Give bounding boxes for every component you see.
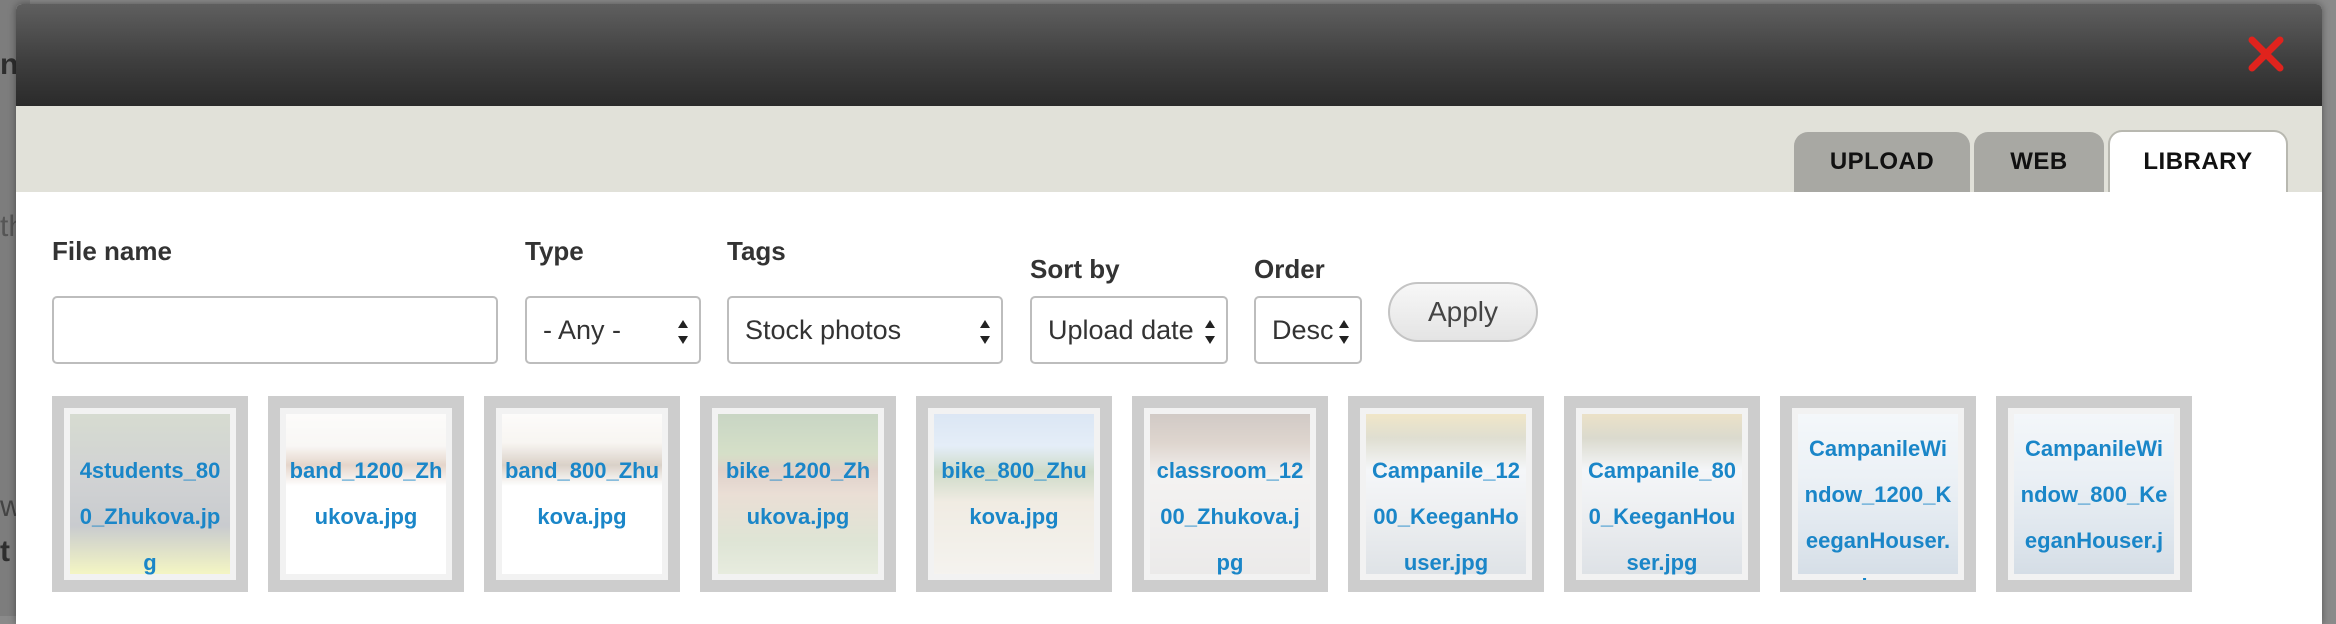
caption-line: g (143, 550, 157, 575)
caption-line: bike_800_Zhu (941, 458, 1087, 483)
file-name-input[interactable] (52, 296, 498, 364)
caption-line: eeganHouser. (1805, 528, 1951, 553)
select-arrows-icon (980, 320, 990, 344)
caption-line: eganHouser.j (2024, 528, 2164, 553)
thumbnail-frame: CampanileWi ndow_800_Ke eganHouser.j pg (2008, 408, 2180, 580)
media-thumbnail[interactable]: 4students_80 0_Zhukova.jp g (52, 396, 248, 592)
tab-bar: UPLOAD WEB LIBRARY (16, 106, 2322, 192)
media-thumbnail[interactable]: CampanileWi ndow_800_Ke eganHouser.j pg (1996, 396, 2192, 592)
media-thumbnail[interactable]: band_1200_Zh ukova.jpg (268, 396, 464, 592)
caption-line: ndow_800_Ke (2020, 482, 2168, 507)
thumbnail-caption: bike_800_Zhu kova.jpg (936, 448, 1092, 540)
thumbnail-caption: Campanile_12 00_KeeganHo user.jpg (1368, 448, 1524, 580)
caption-line: ukova.jpg (746, 504, 850, 529)
media-thumbnail[interactable]: bike_800_Zhu kova.jpg (916, 396, 1112, 592)
media-thumbnail[interactable]: Campanile_12 00_KeeganHo user.jpg (1348, 396, 1544, 592)
caption-line: pg (2016, 564, 2172, 580)
caption-line: ukova.jpg (314, 504, 418, 529)
tab-library[interactable]: LIBRARY (2108, 130, 2288, 192)
thumbnail-frame: Campanile_12 00_KeeganHo user.jpg (1360, 408, 1532, 580)
media-thumbnail[interactable]: bike_1200_Zh ukova.jpg (700, 396, 896, 592)
type-select[interactable]: - Any - (525, 296, 701, 364)
sort-by-select-value: Upload date (1048, 314, 1194, 345)
thumbnail-caption: CampanileWi ndow_800_Ke eganHouser.j pg (2016, 426, 2172, 580)
file-name-label: File name (52, 236, 172, 266)
thumbnail-caption: classroom_12 00_Zhukova.j pg (1152, 448, 1308, 580)
thumbnail-frame: CampanileWi ndow_1200_K eeganHouser. jpg (1792, 408, 1964, 580)
caption-line: band_1200_Zh (289, 458, 443, 483)
tab-web[interactable]: WEB (1974, 132, 2104, 192)
caption-line: band_800_Zhu (504, 458, 660, 483)
thumbnail-caption: band_1200_Zh ukova.jpg (288, 448, 444, 540)
caption-line: user.jpg (1403, 550, 1489, 575)
caption-line: 0_KeeganHou (1588, 504, 1736, 529)
thumbnail-frame: band_1200_Zh ukova.jpg (280, 408, 452, 580)
media-library-dialog: UPLOAD WEB LIBRARY File name Type - Any … (16, 4, 2322, 624)
thumbnail-frame: classroom_12 00_Zhukova.j pg (1144, 408, 1316, 580)
caption-line: jpg (1800, 564, 1956, 580)
caption-line: bike_1200_Zh (725, 458, 871, 483)
caption-line: CampanileWi (2025, 436, 2163, 461)
caption-line: kova.jpg (537, 504, 627, 529)
caption-line: Campanile_12 (1372, 458, 1520, 483)
thumbnail-caption: CampanileWi ndow_1200_K eeganHouser. jpg (1800, 426, 1956, 580)
caption-line: kova.jpg (969, 504, 1059, 529)
order-select[interactable]: Desc (1254, 296, 1362, 364)
caption-line: CampanileWi (1809, 436, 1947, 461)
media-thumbnail[interactable]: Campanile_80 0_KeeganHou ser.jpg (1564, 396, 1760, 592)
caption-line: 0_Zhukova.jp (79, 504, 221, 529)
select-arrows-icon (678, 320, 688, 344)
type-select-value: - Any - (543, 314, 622, 345)
thumbnail-frame: bike_1200_Zh ukova.jpg (712, 408, 884, 580)
apply-button[interactable]: Apply (1388, 282, 1538, 342)
dialog-titlebar (16, 4, 2322, 106)
close-x-icon[interactable] (2244, 32, 2288, 76)
caption-line: 4students_80 (79, 458, 221, 483)
type-label: Type (525, 236, 584, 266)
tab-upload[interactable]: UPLOAD (1794, 132, 1970, 192)
caption-line: Campanile_80 (1588, 458, 1736, 483)
select-arrows-icon (1339, 320, 1349, 344)
caption-line: classroom_12 (1156, 458, 1304, 483)
sort-by-select[interactable]: Upload date (1030, 296, 1228, 364)
tags-select[interactable]: Stock photos (727, 296, 1003, 364)
thumbnail-frame: 4students_80 0_Zhukova.jp g (64, 408, 236, 580)
thumbnail-frame: band_800_Zhu kova.jpg (496, 408, 668, 580)
caption-line: 00_Zhukova.j (1160, 504, 1300, 529)
media-thumbnail[interactable]: CampanileWi ndow_1200_K eeganHouser. jpg (1780, 396, 1976, 592)
caption-line: ndow_1200_K (1804, 482, 1952, 507)
caption-line: pg (1216, 550, 1244, 575)
caption-line: 00_KeeganHo (1373, 504, 1519, 529)
sort-by-label: Sort by (1030, 254, 1120, 284)
tags-label: Tags (727, 236, 786, 266)
select-arrows-icon (1205, 320, 1215, 344)
tags-select-value: Stock photos (745, 314, 902, 345)
thumbnail-frame: Campanile_80 0_KeeganHou ser.jpg (1576, 408, 1748, 580)
thumbnail-frame: bike_800_Zhu kova.jpg (928, 408, 1100, 580)
thumbnail-caption: Campanile_80 0_KeeganHou ser.jpg (1584, 448, 1740, 580)
caption-line: ser.jpg (1626, 550, 1698, 575)
media-thumbnail[interactable]: classroom_12 00_Zhukova.j pg (1132, 396, 1328, 592)
thumbnail-caption: band_800_Zhu kova.jpg (504, 448, 660, 540)
background-text-fragment: t (0, 535, 10, 568)
thumbnail-caption: 4students_80 0_Zhukova.jp g (72, 448, 228, 580)
order-label: Order (1254, 254, 1325, 284)
library-content: File name Type - Any - Tags Stock photos… (16, 192, 2322, 624)
thumbnail-caption: bike_1200_Zh ukova.jpg (720, 448, 876, 540)
media-thumbnail[interactable]: band_800_Zhu kova.jpg (484, 396, 680, 592)
order-select-value: Desc (1272, 314, 1334, 345)
